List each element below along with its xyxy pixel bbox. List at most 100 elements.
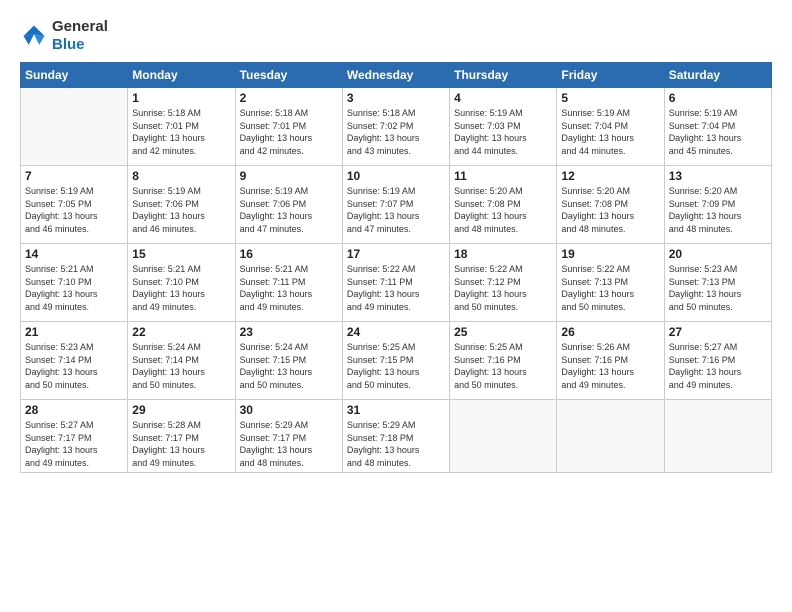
calendar-cell: 19Sunrise: 5:22 AM Sunset: 7:13 PM Dayli… xyxy=(557,244,664,322)
calendar-cell: 8 Sunrise: 5:19 AM Sunset: 7:06 PM Daylig… xyxy=(128,166,235,244)
calendar-cell: 17 Sunrise: 5:22 AM Sunset: 7:11 PM Dayli… xyxy=(342,244,449,322)
calendar-week-5: 28Sunrise: 5:27 AM Sunset: 7:17 PM Dayli… xyxy=(21,400,772,473)
calendar-cell: 29 Sunrise: 5:28 AM Sunset: 7:17 PM Dayli… xyxy=(128,400,235,473)
calendar-cell: 7Sunrise: 5:19 AM Sunset: 7:05 PM Daylig… xyxy=(21,166,128,244)
calendar-cell: 6 Sunrise: 5:19 AM Sunset: 7:04 PM Daylig… xyxy=(664,88,771,166)
day-number: 25 xyxy=(454,325,552,339)
calendar-header-wednesday: Wednesday xyxy=(342,63,449,88)
calendar-cell: 9 Sunrise: 5:19 AM Sunset: 7:06 PM Daylig… xyxy=(235,166,342,244)
day-number: 7 xyxy=(25,169,123,183)
calendar-header-thursday: Thursday xyxy=(450,63,557,88)
day-info: Sunrise: 5:22 AM Sunset: 7:11 PM Dayligh… xyxy=(347,263,445,313)
header: General Blue xyxy=(20,18,772,54)
day-number: 12 xyxy=(561,169,659,183)
day-number: 8 xyxy=(132,169,230,183)
calendar-cell xyxy=(664,400,771,473)
day-number: 27 xyxy=(669,325,767,339)
day-number: 30 xyxy=(240,403,338,417)
calendar-cell xyxy=(557,400,664,473)
day-info: Sunrise: 5:19 AM Sunset: 7:04 PM Dayligh… xyxy=(669,107,767,157)
calendar-header-sunday: Sunday xyxy=(21,63,128,88)
day-number: 29 xyxy=(132,403,230,417)
calendar-week-3: 14Sunrise: 5:21 AM Sunset: 7:10 PM Dayli… xyxy=(21,244,772,322)
day-number: 14 xyxy=(25,247,123,261)
day-info: Sunrise: 5:20 AM Sunset: 7:08 PM Dayligh… xyxy=(561,185,659,235)
day-number: 22 xyxy=(132,325,230,339)
calendar-cell: 21 Sunrise: 5:23 AM Sunset: 7:14 PM Dayli… xyxy=(21,322,128,400)
day-number: 11 xyxy=(454,169,552,183)
day-info: Sunrise: 5:18 AM Sunset: 7:02 PM Dayligh… xyxy=(347,107,445,157)
day-number: 2 xyxy=(240,91,338,105)
calendar-cell: 30 Sunrise: 5:29 AM Sunset: 7:17 PM Dayli… xyxy=(235,400,342,473)
calendar-cell: 4 Sunrise: 5:19 AM Sunset: 7:03 PM Daylig… xyxy=(450,88,557,166)
day-info: Sunrise: 5:26 AM Sunset: 7:16 PM Dayligh… xyxy=(561,341,659,391)
day-info: Sunrise: 5:27 AM Sunset: 7:16 PM Dayligh… xyxy=(669,341,767,391)
day-info: Sunrise: 5:23 AM Sunset: 7:14 PM Dayligh… xyxy=(25,341,123,391)
calendar-cell: 16 Sunrise: 5:21 AM Sunset: 7:11 PM Dayli… xyxy=(235,244,342,322)
calendar-cell: 27 Sunrise: 5:27 AM Sunset: 7:16 PM Dayli… xyxy=(664,322,771,400)
calendar-cell: 28Sunrise: 5:27 AM Sunset: 7:17 PM Dayli… xyxy=(21,400,128,473)
day-info: Sunrise: 5:29 AM Sunset: 7:17 PM Dayligh… xyxy=(240,419,338,469)
day-info: Sunrise: 5:19 AM Sunset: 7:07 PM Dayligh… xyxy=(347,185,445,235)
day-info: Sunrise: 5:28 AM Sunset: 7:17 PM Dayligh… xyxy=(132,419,230,469)
day-number: 20 xyxy=(669,247,767,261)
day-info: Sunrise: 5:18 AM Sunset: 7:01 PM Dayligh… xyxy=(240,107,338,157)
calendar-week-1: 1 Sunrise: 5:18 AM Sunset: 7:01 PM Daylig… xyxy=(21,88,772,166)
calendar-week-4: 21 Sunrise: 5:23 AM Sunset: 7:14 PM Dayli… xyxy=(21,322,772,400)
day-info: Sunrise: 5:22 AM Sunset: 7:13 PM Dayligh… xyxy=(561,263,659,313)
day-info: Sunrise: 5:19 AM Sunset: 7:06 PM Dayligh… xyxy=(132,185,230,235)
day-number: 24 xyxy=(347,325,445,339)
day-number: 21 xyxy=(25,325,123,339)
calendar-cell: 18 Sunrise: 5:22 AM Sunset: 7:12 PM Dayli… xyxy=(450,244,557,322)
day-number: 9 xyxy=(240,169,338,183)
calendar-cell: 26 Sunrise: 5:26 AM Sunset: 7:16 PM Dayli… xyxy=(557,322,664,400)
calendar-cell: 13Sunrise: 5:20 AM Sunset: 7:09 PM Dayli… xyxy=(664,166,771,244)
day-info: Sunrise: 5:19 AM Sunset: 7:06 PM Dayligh… xyxy=(240,185,338,235)
calendar-cell: 14Sunrise: 5:21 AM Sunset: 7:10 PM Dayli… xyxy=(21,244,128,322)
day-info: Sunrise: 5:19 AM Sunset: 7:04 PM Dayligh… xyxy=(561,107,659,157)
calendar-week-2: 7Sunrise: 5:19 AM Sunset: 7:05 PM Daylig… xyxy=(21,166,772,244)
logo: General Blue xyxy=(20,18,108,54)
day-info: Sunrise: 5:27 AM Sunset: 7:17 PM Dayligh… xyxy=(25,419,123,469)
calendar-header-row: SundayMondayTuesdayWednesdayThursdayFrid… xyxy=(21,63,772,88)
day-number: 10 xyxy=(347,169,445,183)
calendar-cell: 22 Sunrise: 5:24 AM Sunset: 7:14 PM Dayli… xyxy=(128,322,235,400)
calendar-header-tuesday: Tuesday xyxy=(235,63,342,88)
day-number: 4 xyxy=(454,91,552,105)
day-info: Sunrise: 5:24 AM Sunset: 7:14 PM Dayligh… xyxy=(132,341,230,391)
calendar-cell: 15Sunrise: 5:21 AM Sunset: 7:10 PM Dayli… xyxy=(128,244,235,322)
calendar-cell: 12 Sunrise: 5:20 AM Sunset: 7:08 PM Dayli… xyxy=(557,166,664,244)
logo-text: General Blue xyxy=(52,18,108,54)
calendar-cell xyxy=(21,88,128,166)
day-info: Sunrise: 5:22 AM Sunset: 7:12 PM Dayligh… xyxy=(454,263,552,313)
day-info: Sunrise: 5:21 AM Sunset: 7:11 PM Dayligh… xyxy=(240,263,338,313)
day-number: 15 xyxy=(132,247,230,261)
day-number: 17 xyxy=(347,247,445,261)
calendar-cell xyxy=(450,400,557,473)
day-number: 6 xyxy=(669,91,767,105)
day-info: Sunrise: 5:25 AM Sunset: 7:15 PM Dayligh… xyxy=(347,341,445,391)
day-number: 26 xyxy=(561,325,659,339)
day-info: Sunrise: 5:20 AM Sunset: 7:09 PM Dayligh… xyxy=(669,185,767,235)
calendar-cell: 31 Sunrise: 5:29 AM Sunset: 7:18 PM Dayli… xyxy=(342,400,449,473)
day-info: Sunrise: 5:24 AM Sunset: 7:15 PM Dayligh… xyxy=(240,341,338,391)
calendar-cell: 1Sunrise: 5:18 AM Sunset: 7:01 PM Daylig… xyxy=(128,88,235,166)
day-info: Sunrise: 5:29 AM Sunset: 7:18 PM Dayligh… xyxy=(347,419,445,469)
day-number: 16 xyxy=(240,247,338,261)
day-number: 5 xyxy=(561,91,659,105)
calendar-cell: 5 Sunrise: 5:19 AM Sunset: 7:04 PM Daylig… xyxy=(557,88,664,166)
calendar-cell: 11 Sunrise: 5:20 AM Sunset: 7:08 PM Dayli… xyxy=(450,166,557,244)
calendar-cell: 10 Sunrise: 5:19 AM Sunset: 7:07 PM Dayli… xyxy=(342,166,449,244)
page: General Blue SundayMondayTuesdayWednesda… xyxy=(0,0,792,612)
day-number: 31 xyxy=(347,403,445,417)
calendar-cell: 20 Sunrise: 5:23 AM Sunset: 7:13 PM Dayli… xyxy=(664,244,771,322)
day-number: 1 xyxy=(132,91,230,105)
day-info: Sunrise: 5:20 AM Sunset: 7:08 PM Dayligh… xyxy=(454,185,552,235)
day-info: Sunrise: 5:19 AM Sunset: 7:03 PM Dayligh… xyxy=(454,107,552,157)
day-info: Sunrise: 5:23 AM Sunset: 7:13 PM Dayligh… xyxy=(669,263,767,313)
day-number: 18 xyxy=(454,247,552,261)
calendar-cell: 24 Sunrise: 5:25 AM Sunset: 7:15 PM Dayli… xyxy=(342,322,449,400)
calendar: SundayMondayTuesdayWednesdayThursdayFrid… xyxy=(20,62,772,473)
calendar-header-saturday: Saturday xyxy=(664,63,771,88)
calendar-cell: 2 Sunrise: 5:18 AM Sunset: 7:01 PM Daylig… xyxy=(235,88,342,166)
